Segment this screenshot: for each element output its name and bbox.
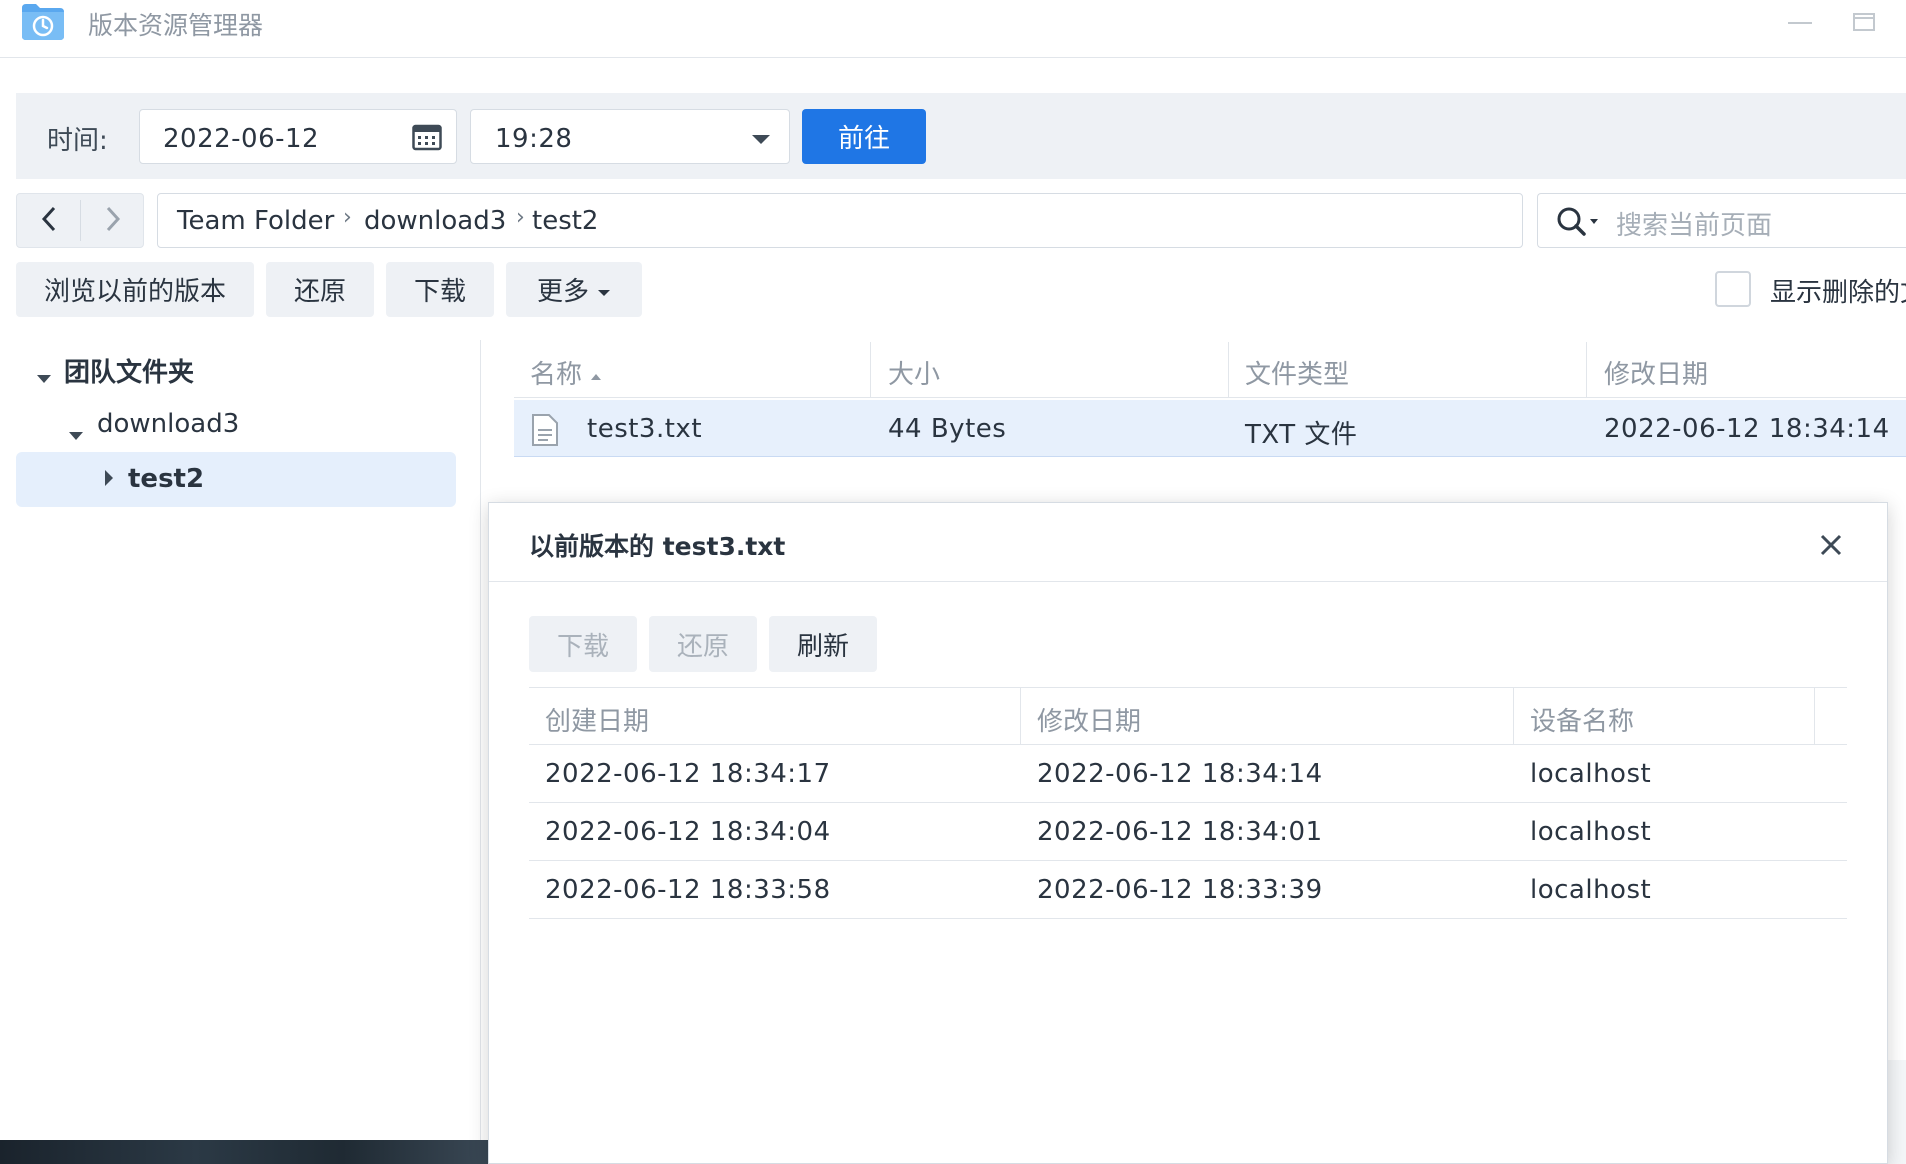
restore-button[interactable]: 还原 <box>266 262 374 317</box>
caret-down-icon[interactable] <box>68 419 84 449</box>
search-box[interactable]: 搜索当前页面 <box>1537 193 1906 248</box>
device-cell: localhost <box>1530 875 1652 905</box>
dialog-refresh-button[interactable]: 刷新 <box>769 616 877 672</box>
breadcrumb-item[interactable]: test2 <box>532 206 598 236</box>
pane-splitter[interactable] <box>480 340 481 1140</box>
device-cell: localhost <box>1530 759 1652 789</box>
tree-item-test2[interactable]: test2 <box>16 452 456 507</box>
more-button[interactable]: 更多 <box>506 262 642 317</box>
breadcrumb-item[interactable]: download3 <box>364 206 506 236</box>
modified-cell: 2022-06-12 18:34:14 <box>1037 759 1323 789</box>
minimize-button[interactable] <box>1782 6 1818 36</box>
close-button[interactable] <box>1811 527 1851 567</box>
column-modified[interactable]: 修改日期 <box>1604 354 1708 391</box>
dialog-title: 以前版本的 test3.txt <box>529 532 786 561</box>
nav-buttons <box>16 193 144 248</box>
table-row[interactable]: 2022-06-12 18:33:58 2022-06-12 18:33:39 … <box>529 861 1847 919</box>
clock-folder-icon <box>20 2 66 42</box>
download-button[interactable]: 下载 <box>386 262 494 317</box>
maximize-button[interactable] <box>1846 6 1882 36</box>
time-value: 19:28 <box>495 124 573 154</box>
column-name[interactable]: 名称 <box>530 354 602 391</box>
modified-cell: 2022-06-12 18:34:01 <box>1037 817 1323 847</box>
search-icon[interactable] <box>1556 206 1600 242</box>
breadcrumb: Team Folder › download3 › test2 <box>157 193 1523 248</box>
table-row[interactable]: 2022-06-12 18:34:17 2022-06-12 18:34:14 … <box>529 745 1847 803</box>
created-cell: 2022-06-12 18:34:17 <box>545 759 831 789</box>
created-cell: 2022-06-12 18:33:58 <box>545 875 831 905</box>
browse-versions-button[interactable]: 浏览以前的版本 <box>16 262 254 317</box>
dialog-restore-button[interactable]: 还原 <box>649 616 757 672</box>
column-modified[interactable]: 修改日期 <box>1037 701 1141 738</box>
time-label: 时间: <box>47 126 108 156</box>
file-size: 44 Bytes <box>888 414 1007 444</box>
sort-asc-icon <box>590 358 602 388</box>
versions-table-header: 创建日期 修改日期 设备名称 <box>529 687 1847 745</box>
time-select[interactable]: 19:28 <box>470 109 790 164</box>
desktop-wallpaper <box>0 1140 490 1164</box>
calendar-icon[interactable] <box>412 123 442 155</box>
caret-right-icon[interactable] <box>104 469 114 491</box>
column-size[interactable]: 大小 <box>888 354 940 391</box>
file-modified: 2022-06-12 18:34:14 <box>1604 414 1890 444</box>
modified-cell: 2022-06-12 18:33:39 <box>1037 875 1323 905</box>
window-edge <box>1888 1060 1906 1164</box>
chevron-right-icon <box>104 205 122 237</box>
file-list-header: 名称 大小 文件类型 修改日期 <box>514 342 1906 398</box>
file-type: TXT 文件 <box>1245 420 1358 450</box>
text-file-icon <box>531 413 559 451</box>
window-title: 版本资源管理器 <box>88 11 264 40</box>
goto-button[interactable]: 前往 <box>802 109 926 164</box>
show-deleted-label: 显示删除的文 <box>1770 278 1906 308</box>
column-type[interactable]: 文件类型 <box>1245 354 1349 391</box>
caret-down-icon[interactable] <box>36 362 52 392</box>
more-label: 更多 <box>536 277 589 307</box>
close-icon <box>1820 534 1842 560</box>
table-row[interactable]: 2022-06-12 18:34:04 2022-06-12 18:34:01 … <box>529 803 1847 861</box>
column-created[interactable]: 创建日期 <box>545 701 649 738</box>
tree-item-label: 团队文件夹 <box>64 358 195 388</box>
search-input[interactable]: 搜索当前页面 <box>1616 205 1772 242</box>
table-row[interactable]: test3.txt 44 Bytes TXT 文件 2022-06-12 18:… <box>514 400 1906 457</box>
date-value: 2022-06-12 <box>163 124 320 154</box>
breadcrumb-item[interactable]: Team Folder <box>177 206 334 236</box>
device-cell: localhost <box>1530 817 1652 847</box>
chevron-left-icon <box>40 205 58 237</box>
previous-versions-dialog: 以前版本的 test3.txt 下载 还原 刷新 创建日期 修改日期 设备名称 … <box>488 502 1888 1164</box>
forward-button[interactable] <box>81 194 144 247</box>
breadcrumb-separator: › <box>343 205 352 230</box>
chevron-down-icon <box>751 131 771 150</box>
title-bar: 版本资源管理器 <box>0 0 1906 58</box>
chevron-down-icon <box>597 275 611 305</box>
column-name-label: 名称 <box>530 360 583 390</box>
dialog-download-button[interactable]: 下载 <box>529 616 637 672</box>
column-device[interactable]: 设备名称 <box>1530 701 1634 738</box>
file-name: test3.txt <box>587 414 703 444</box>
breadcrumb-separator: › <box>516 205 525 230</box>
date-picker[interactable]: 2022-06-12 <box>139 109 457 164</box>
created-cell: 2022-06-12 18:34:04 <box>545 817 831 847</box>
back-button[interactable] <box>17 194 80 247</box>
tree-item-label: download3 <box>97 409 240 439</box>
show-deleted-checkbox[interactable] <box>1715 271 1751 307</box>
tree-item-label: test2 <box>128 464 205 494</box>
